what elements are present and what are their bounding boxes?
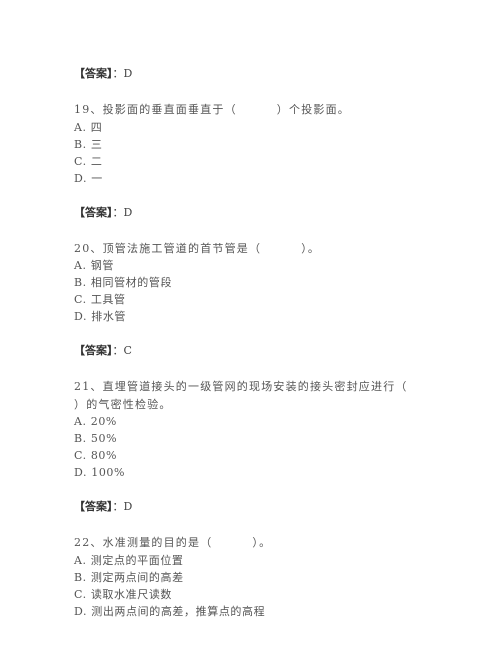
option-c: C. 工具管 [74, 293, 126, 306]
question-stem: 22、水准测量的目的是（ [74, 536, 213, 549]
answer-line: 【答案】：C [74, 343, 434, 359]
option-d: D. 100% [74, 466, 126, 479]
option-a: A. 四 [74, 120, 103, 134]
option-d: D. 排水管 [74, 310, 127, 323]
document-page: 【答案】：D 19、投影面的垂直面垂直于（ ）个投影面。 A. 四 B. 三 C.… [74, 66, 434, 638]
question-22: 22、水准测量的目的是（ ）。 A. 测定点的平面位置 B. 测定两点间的高差 C… [74, 534, 434, 620]
answer-line: 【答案】：D [74, 499, 434, 515]
answer-label: 【答案】 [74, 344, 113, 357]
option-c: C. 80% [74, 449, 118, 462]
option-b: B. 三 [74, 137, 103, 151]
answer-label: 【答案】 [74, 67, 113, 80]
question-stem-end: ）。 [301, 241, 321, 255]
option-d: D. 测出两点间的高差，推算点的高程 [74, 604, 266, 618]
question-text-line-1: 21、直埋管道接头的一级管网的现场安装的接头密封应进行（ [74, 380, 408, 393]
question-stem: 19、投影面的垂直面垂直于（ [74, 103, 237, 116]
option-d: D. 一 [74, 171, 103, 185]
answer-line: 【答案】：D [74, 205, 434, 221]
answer-value: D [123, 500, 133, 513]
question-19: 19、投影面的垂直面垂直于（ ）个投影面。 A. 四 B. 三 C. 二 D. 一 [74, 101, 434, 187]
answer-value: D [123, 67, 133, 80]
option-b: B. 测定两点间的高差 [74, 570, 184, 584]
option-a: A. 测定点的平面位置 [74, 553, 184, 567]
question-text: 20、顶管法施工管道的首节管是（ ）。 [74, 240, 434, 258]
question-stem-end: ）。 [252, 536, 272, 549]
answer-label: 【答案】 [74, 500, 113, 513]
option-c: C. 读取水准尺读数 [74, 587, 173, 601]
answer-separator: ： [112, 344, 124, 357]
question-text-line-2: ）的气密性检验。 [74, 397, 172, 411]
answer-label: 【答案】 [74, 205, 113, 219]
answer-value: D [123, 205, 133, 219]
answer-separator: ： [112, 67, 124, 80]
question-text: 19、投影面的垂直面垂直于（ ）个投影面。 [74, 101, 434, 119]
answer-line: 【答案】：D [74, 66, 434, 82]
option-b: B. 相同管材的管段 [74, 276, 173, 289]
option-a: A. 钢管 [74, 259, 114, 272]
question-text: 22、水准测量的目的是（ ）。 [74, 534, 434, 552]
option-c: C. 二 [74, 154, 103, 168]
option-b: B. 50% [74, 432, 118, 445]
question-stem-end: ）个投影面。 [276, 103, 350, 116]
answer-separator: ： [112, 205, 124, 219]
answer-separator: ： [112, 500, 124, 513]
question-21: 21、直埋管道接头的一级管网的现场安装的接头密封应进行（ ）的气密性检验。 A.… [74, 378, 434, 481]
answer-value: C [123, 344, 132, 357]
option-a: A. 20% [74, 415, 117, 428]
question-20: 20、顶管法施工管道的首节管是（ ）。 A. 钢管 B. 相同管材的管段 C. 工… [74, 240, 434, 326]
question-stem: 20、顶管法施工管道的首节管是（ [74, 241, 262, 255]
